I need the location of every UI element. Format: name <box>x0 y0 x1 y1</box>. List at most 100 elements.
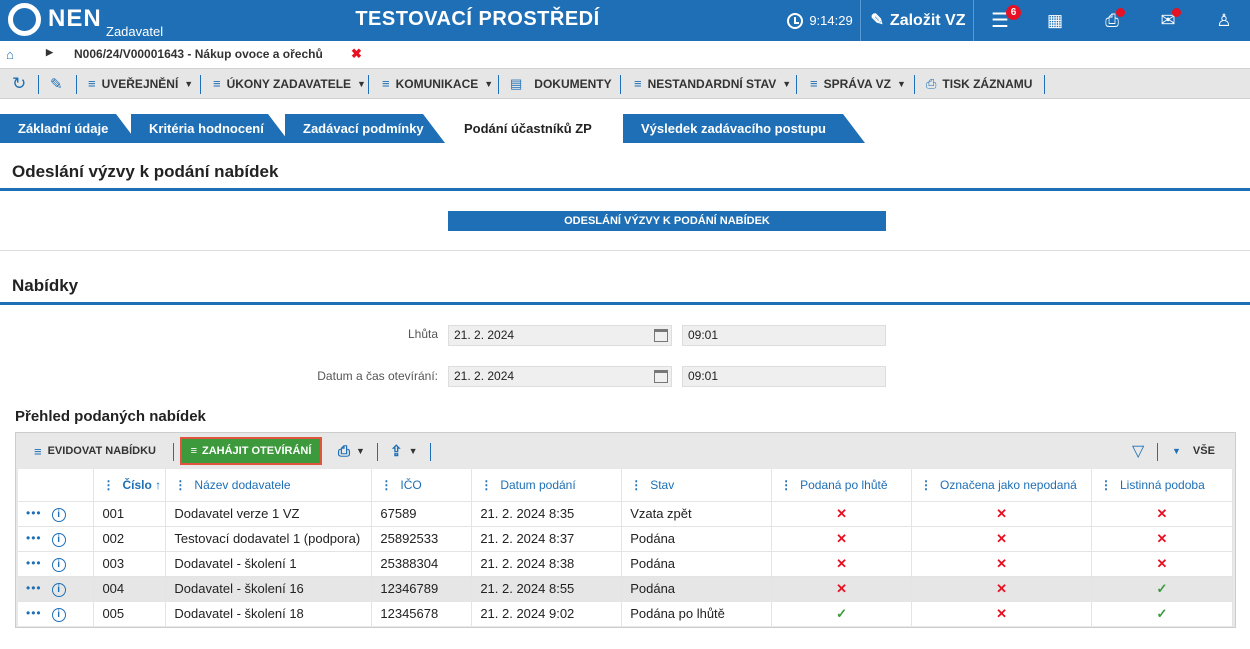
print-dropdown[interactable]: ⎙ ▼ <box>338 441 365 461</box>
nen-logo-icon[interactable] <box>8 3 41 36</box>
more-options-icon[interactable]: ••• <box>26 581 42 595</box>
close-icon[interactable]: ✖ <box>351 46 362 62</box>
cross-icon: ✕ <box>1156 530 1168 546</box>
divider <box>860 0 861 41</box>
filter-icon[interactable]: ▽ <box>1132 441 1144 461</box>
opening-label: Datum a čas otevírání: <box>317 369 438 383</box>
menu-tisk-zaznamu[interactable]: ⎙ TISK ZÁZNAMU <box>926 69 1032 98</box>
calendar-icon[interactable] <box>654 329 668 342</box>
menu-label: ÚKONY ZADAVATELE <box>226 76 352 91</box>
create-vz-button[interactable]: ✎ Založit VZ <box>866 0 970 41</box>
column-header-ico[interactable]: ⋮ IČO <box>371 469 473 501</box>
menu-uverejneni[interactable]: ≡ UVEŘEJNĚNÍ ▼ <box>88 69 193 98</box>
info-icon[interactable]: i <box>51 583 66 597</box>
deadline-date-field[interactable]: 21. 2. 2024 <box>448 325 672 346</box>
cell-state: Podána po lhůtě <box>621 600 773 626</box>
table-row[interactable]: ••• i 005 Dodavatel - školení 18 12345678 21.… <box>18 600 1233 626</box>
tab-label: Zadávací podmínky <box>303 121 424 136</box>
table-row[interactable]: ••• i 001 Dodavatel verze 1 VZ 67589 21. 2. 2… <box>18 500 1233 526</box>
register-offer-button[interactable]: ≡ EVIDOVAT NABÍDKU <box>34 441 156 461</box>
cross-icon: ✕ <box>836 580 848 596</box>
check-icon: ✓ <box>1156 580 1168 596</box>
menu-ukony-zadavatele[interactable]: ≡ ÚKONY ZADAVATELE ▼ <box>213 69 366 98</box>
cell-supplier-name: Dodavatel - školení 16 <box>165 575 373 601</box>
notification-badge: 6 <box>1006 5 1021 20</box>
cell-paper: ✕ <box>1091 500 1233 526</box>
tab-kriteria-hodnoceni[interactable]: Kritéria hodnocení <box>131 114 290 143</box>
filter-all-dropdown[interactable]: ▼ VŠE <box>1172 441 1215 461</box>
refresh-icon[interactable]: ↻ <box>12 69 26 98</box>
cross-icon: ✕ <box>1156 555 1168 571</box>
menu-komunikace[interactable]: ≡ KOMUNIKACE ▼ <box>382 69 493 98</box>
calendar-icon[interactable] <box>654 370 668 383</box>
send-invitation-button[interactable]: ODESLÁNÍ VÝZVY K PODÁNÍ NABÍDEK <box>448 211 886 231</box>
cell-state: Podána <box>621 550 773 576</box>
mail-icon[interactable]: ✉ <box>1153 0 1183 41</box>
column-header-cislo[interactable]: ⋮ Číslo ↑ <box>93 469 167 501</box>
row-actions: ••• i <box>18 500 95 526</box>
cell-submitted-date: 21. 2. 2024 9:02 <box>471 600 623 626</box>
check-icon: ✓ <box>836 605 848 621</box>
logo-text[interactable]: NEN <box>48 5 102 33</box>
menu-sprava-vz[interactable]: ≡ SPRÁVA VZ ▼ <box>810 69 906 98</box>
tab-zadavaci-podminky[interactable]: Zadávací podmínky <box>285 114 445 143</box>
more-options-icon[interactable]: ••• <box>26 506 42 520</box>
start-opening-button[interactable]: ≡ ZAHÁJIT OTEVÍRÁNÍ <box>180 437 322 465</box>
table-row[interactable]: ••• i 003 Dodavatel - školení 1 25388304 21. … <box>18 550 1233 576</box>
cell-supplier-name: Dodavatel verze 1 VZ <box>165 500 373 526</box>
export-icon: ⇪ <box>390 443 403 460</box>
cell-ico: 12346789 <box>371 575 473 601</box>
opening-date-field[interactable]: 21. 2. 2024 <box>448 366 672 387</box>
tab-vysledek[interactable]: Výsledek zadávacího postupu <box>623 114 865 143</box>
cross-icon: ✕ <box>836 555 848 571</box>
cross-icon: ✕ <box>836 505 848 521</box>
column-header-nazev[interactable]: ⋮ Název dodavatele <box>165 469 373 501</box>
column-header-stav[interactable]: ⋮ Stav <box>621 469 773 501</box>
breadcrumb-item[interactable]: N006/24/V00001643 - Nákup ovoce a ořechů <box>74 47 323 61</box>
column-header-paper[interactable]: ⋮ Listinná podoba <box>1091 469 1233 501</box>
menu-dokumenty[interactable]: ▤ DOKUMENTY <box>510 69 612 98</box>
grid-toolbar: ≡ EVIDOVAT NABÍDKU ≡ ZAHÁJIT OTEVÍRÁNÍ ⎙ ▼ … <box>16 433 1235 469</box>
opening-time-field[interactable]: 09:01 <box>682 366 886 387</box>
info-icon[interactable]: i <box>51 558 66 572</box>
logo-subtitle: Zadavatel <box>106 24 164 39</box>
info-icon[interactable]: i <box>51 533 66 547</box>
divider <box>620 75 621 94</box>
info-icon[interactable]: i <box>51 608 66 623</box>
button-label: EVIDOVAT NABÍDKU <box>47 445 156 457</box>
more-options-icon[interactable]: ••• <box>26 556 42 570</box>
export-dropdown[interactable]: ⇪ ▼ <box>390 441 418 461</box>
user-icon[interactable]: ♙ <box>1209 0 1239 41</box>
deadline-time-field[interactable]: 09:01 <box>682 325 886 346</box>
printer-icon: ⎙ <box>338 442 351 460</box>
divider <box>1157 443 1158 461</box>
cross-icon: ✕ <box>996 505 1007 521</box>
calculator-icon[interactable]: ▦ <box>1040 0 1070 41</box>
cell-late: ✕ <box>771 525 913 551</box>
cross-icon: ✕ <box>996 580 1007 596</box>
cell-paper: ✕ <box>1091 550 1233 576</box>
more-options-icon[interactable]: ••• <box>26 606 42 620</box>
table-row[interactable]: ••• i 004 Dodavatel - školení 16 12346789 21.… <box>18 575 1233 601</box>
cell-state: Vzata zpět <box>621 500 773 526</box>
cell-unsubmitted: ✕ <box>911 550 1092 576</box>
create-vz-label: Založit VZ <box>889 11 966 29</box>
edit-icon[interactable]: ✎ <box>50 69 63 98</box>
list-icon: ≡ <box>634 76 642 91</box>
menu-nestandardni-stav[interactable]: ≡ NESTANDARDNÍ STAV ▼ <box>634 69 791 98</box>
tab-podani-ucastniku[interactable]: Podání účastníků ZP <box>446 114 624 143</box>
column-header-late[interactable]: ⋮ Podaná po lhůtě <box>771 469 913 501</box>
offers-table-body: ••• i 001 Dodavatel verze 1 VZ 67589 21. 2. 2… <box>18 500 1233 626</box>
list-icon: ≡ <box>88 76 96 91</box>
inbox-icon[interactable]: ⎙ <box>1097 0 1127 41</box>
more-options-icon[interactable]: ••• <box>26 531 42 545</box>
list-icon: ≡ <box>34 443 42 459</box>
column-header-datum[interactable]: ⋮ Datum podání <box>471 469 623 501</box>
home-icon[interactable]: ⌂ <box>6 47 14 62</box>
info-icon[interactable]: i <box>51 508 66 522</box>
tab-zakladni-udaje[interactable]: Základní údaje <box>0 114 138 143</box>
column-header-unsubmitted[interactable]: ⋮ Označena jako nepodaná <box>911 469 1092 501</box>
table-row[interactable]: ••• i 002 Testovací dodavatel 1 (podpora) 25… <box>18 525 1233 551</box>
cell-submitted-date: 21. 2. 2024 8:38 <box>471 550 623 576</box>
cell-supplier-name: Dodavatel - školení 1 <box>165 550 373 576</box>
